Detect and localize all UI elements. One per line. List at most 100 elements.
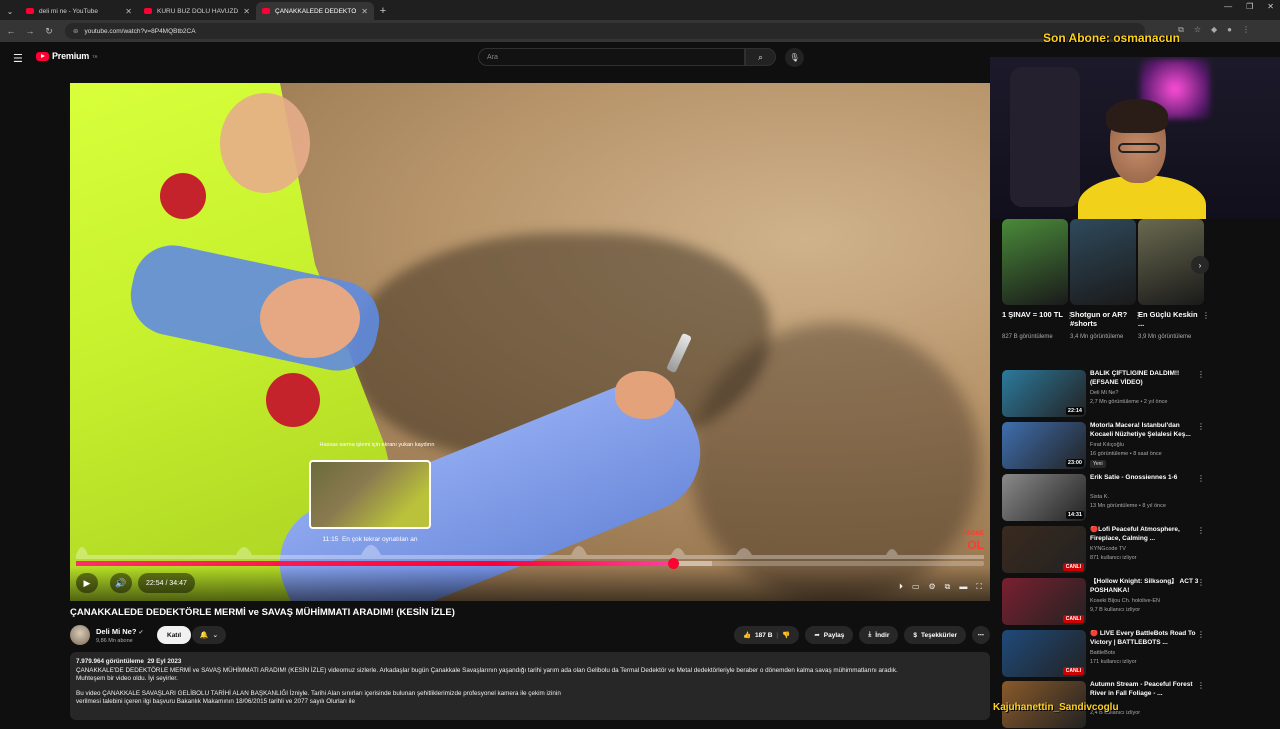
site-info-icon[interactable]: ⊜: [73, 27, 78, 35]
video-thumbnail[interactable]: 22:14: [1002, 370, 1086, 417]
youtube-logo[interactable]: Premium TR: [36, 51, 97, 61]
youtube-favicon-icon: [26, 8, 34, 14]
short-title[interactable]: 1 ŞINAV = 100 TL: [1002, 310, 1068, 330]
recommended-video[interactable]: 14:31 Erik Satie - Gnossiennes 1-6 Sista K…: [1002, 474, 1212, 522]
voice-search-button[interactable]: 🎙: [785, 48, 804, 67]
like-button[interactable]: 👍 187 B | 👎: [733, 626, 800, 644]
channel-name[interactable]: Koseki Bijou Ch. hololive-EN: [1090, 598, 1160, 604]
reload-icon[interactable]: ↻: [41, 26, 57, 37]
autoplay-toggle-icon[interactable]: ⏵: [899, 582, 903, 592]
new-tab-button[interactable]: +: [374, 2, 392, 20]
channel-name[interactable]: BattleBots: [1090, 650, 1115, 656]
thumbs-down-icon[interactable]: 👎: [782, 631, 790, 639]
forward-icon[interactable]: →: [22, 26, 38, 36]
video-title[interactable]: BALIK ÇİFTLİĞİNE DALDIM!! (EFSANE VİDEO): [1090, 370, 1202, 387]
short-item[interactable]: 1 ŞINAV = 100 TL 827 B görüntüleme ⋮: [1002, 219, 1074, 341]
search-button[interactable]: ⌕: [745, 48, 776, 66]
fullscreen-icon[interactable]: ⛶: [976, 582, 982, 592]
tab-search-icon[interactable]: ⌄: [0, 2, 20, 20]
more-vert-icon[interactable]: ⋮: [1197, 526, 1205, 535]
video-thumbnail[interactable]: 14:31: [1002, 474, 1086, 521]
chevron-down-icon: ⌄: [212, 632, 219, 639]
profile-icon[interactable]: ●: [1227, 25, 1232, 35]
thumbs-up-icon: 👍: [742, 632, 752, 639]
video-title[interactable]: Motorla Macera! İstanbul'dan Kocaeli Nüz…: [1090, 422, 1202, 439]
last-subscriber-overlay: Son Abone: osmanacun: [1043, 31, 1180, 45]
channel-name[interactable]: Deli Mi Ne?: [1090, 390, 1118, 396]
video-title[interactable]: 🔴 LIVE Every BattleBots Road To Victory …: [1090, 630, 1202, 647]
recommended-video[interactable]: 23:00 Motorla Macera! İstanbul'dan Kocael…: [1002, 422, 1212, 470]
more-vert-icon[interactable]: ⋮: [1197, 681, 1205, 690]
download-button[interactable]: ⤓ İndir: [859, 626, 899, 644]
play-button[interactable]: ▶: [76, 573, 98, 593]
maximize-icon[interactable]: ❐: [1246, 2, 1253, 11]
theater-mode-icon[interactable]: ▬: [959, 582, 967, 592]
minimize-icon[interactable]: —: [1224, 2, 1232, 11]
subtitles-icon[interactable]: ▭: [912, 582, 920, 592]
video-title[interactable]: Erik Satie - Gnossiennes 1-6: [1090, 474, 1202, 483]
channel-name[interactable]: Sista K.: [1090, 494, 1109, 500]
hamburger-menu-icon[interactable]: ☰: [13, 52, 23, 65]
video-frame-shadow: [690, 323, 980, 601]
video-title[interactable]: 🔴Lofi Peaceful Atmosphere, Fireplace, Ca…: [1090, 526, 1202, 543]
video-thumbnail[interactable]: CANLI: [1002, 630, 1086, 677]
video-views: 2,7 Mn görüntüleme • 2 yıl önce: [1090, 399, 1168, 405]
menu-icon[interactable]: ⋮: [1242, 25, 1250, 35]
browser-tab-2[interactable]: KURU BUZ DOLU HAVUZDA KA ✕: [138, 2, 256, 20]
short-item[interactable]: En Güçlü Keskin ... 3,9 Mn görüntüleme ⋮: [1138, 219, 1210, 341]
more-vert-icon[interactable]: ⋮: [1197, 370, 1205, 379]
browser-tab-1[interactable]: deli mi ne - YouTube ✕: [20, 2, 138, 20]
more-icon: ⋯: [977, 632, 985, 639]
progress-bar[interactable]: [76, 558, 984, 569]
settings-icon[interactable]: ⚙: [929, 582, 936, 592]
mute-button[interactable]: 🔊: [110, 573, 132, 593]
more-vert-icon[interactable]: ⋮: [1202, 311, 1210, 320]
short-thumbnail[interactable]: [1002, 219, 1068, 305]
search-input[interactable]: Ara: [478, 48, 745, 66]
address-bar[interactable]: ⊜ youtube.com/watch?v=8P4MQBtb2CA: [65, 23, 1145, 39]
description-box[interactable]: 7.979.964 görüntüleme 29 Eyl 2023 ÇANAKK…: [70, 652, 990, 720]
webcam-chair: [1010, 67, 1080, 207]
video-title[interactable]: 【Hollow Knight: Silksong】 ACT 3 POSHANKA…: [1090, 578, 1202, 595]
browser-tab-3[interactable]: ÇANAKKALEDE DEDEKTÖRLE M ✕: [256, 2, 374, 20]
thanks-button[interactable]: $ Teşekkürler: [904, 626, 966, 644]
more-vert-icon[interactable]: ⋮: [1197, 474, 1205, 483]
bookmark-icon[interactable]: ☆: [1194, 25, 1201, 35]
recommended-video[interactable]: 22:14 BALIK ÇİFTLİĞİNE DALDIM!! (EFSANE V…: [1002, 370, 1212, 418]
miniplayer-icon[interactable]: ⧉: [945, 582, 951, 592]
more-actions-button[interactable]: ⋯: [972, 626, 990, 644]
channel-avatar[interactable]: [70, 625, 90, 645]
video-thumbnail[interactable]: 23:00: [1002, 422, 1086, 469]
close-tab-icon[interactable]: ✕: [125, 7, 132, 16]
right-controls: ⏵ ▭ ⚙ ⧉ ▬ ⛶: [899, 582, 982, 592]
subscriber-count: 9,86 Mn abone: [96, 638, 133, 644]
short-item[interactable]: Shotgun or AR? #shorts 3,4 Mn görüntülem…: [1070, 219, 1142, 341]
video-thumbnail[interactable]: CANLI: [1002, 526, 1086, 573]
video-title[interactable]: Autumn Stream - Peaceful Forest River in…: [1090, 681, 1202, 698]
more-vert-icon[interactable]: ⋮: [1197, 630, 1205, 639]
short-title[interactable]: En Güçlü Keskin ...: [1138, 310, 1204, 330]
short-thumbnail[interactable]: [1070, 219, 1136, 305]
video-player[interactable]: ABONE OL Hassas sarma işlemi için ekranı…: [70, 83, 990, 601]
share-button[interactable]: ➦ Paylaş: [805, 626, 854, 644]
recommended-video[interactable]: CANLI 🔴Lofi Peaceful Atmosphere, Fireplac…: [1002, 526, 1212, 574]
join-button[interactable]: Katıl: [157, 626, 192, 644]
video-thumbnail[interactable]: CANLI: [1002, 578, 1086, 625]
channel-name[interactable]: Fırat Kılıçoğlu: [1090, 442, 1124, 448]
most-replayed-heatmap: [76, 545, 984, 559]
channel-name[interactable]: Deli Mi Ne? ✔: [96, 627, 144, 636]
browser-tab-title: KURU BUZ DOLU HAVUZDA KA: [157, 7, 239, 15]
more-vert-icon[interactable]: ⋮: [1197, 422, 1205, 431]
recommended-video[interactable]: CANLI 🔴 LIVE Every BattleBots Road To Vic…: [1002, 630, 1212, 678]
more-vert-icon[interactable]: ⋮: [1197, 578, 1205, 587]
notification-button[interactable]: 🔔 ⌄: [192, 626, 226, 644]
recommended-video[interactable]: CANLI 【Hollow Knight: Silksong】 ACT 3 POS…: [1002, 578, 1212, 626]
channel-name[interactable]: KYNGcode TV: [1090, 546, 1126, 552]
back-icon[interactable]: ←: [3, 26, 19, 36]
close-tab-icon[interactable]: ✕: [361, 7, 368, 16]
close-window-icon[interactable]: ✕: [1267, 2, 1274, 11]
short-title[interactable]: Shotgun or AR? #shorts: [1070, 310, 1136, 330]
extension-icon[interactable]: ◆: [1211, 25, 1217, 35]
close-tab-icon[interactable]: ✕: [243, 7, 250, 16]
shorts-next-button[interactable]: ›: [1191, 256, 1209, 274]
